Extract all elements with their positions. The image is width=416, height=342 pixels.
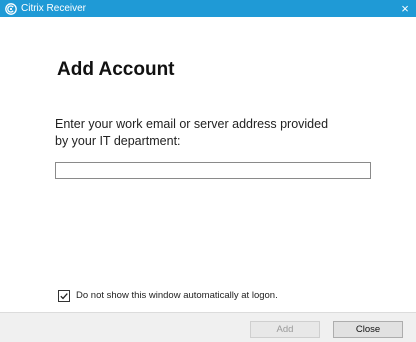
add-account-window: Citrix Receiver × Add Account Enter your… — [0, 0, 416, 342]
instruction-line-2: by your IT department: — [55, 134, 181, 148]
server-address-input[interactable] — [55, 162, 371, 179]
window-title: Citrix Receiver — [21, 3, 87, 14]
close-button[interactable]: Close — [333, 321, 403, 338]
checkmark-icon — [60, 293, 68, 300]
button-bar: Add Close — [0, 312, 416, 342]
page-title: Add Account — [57, 59, 175, 80]
instruction-line-1: Enter your work email or server address … — [55, 117, 329, 131]
add-button[interactable]: Add — [250, 321, 320, 338]
instruction-text: Enter your work email or server address … — [55, 116, 365, 150]
citrix-receiver-icon — [5, 2, 17, 15]
title-bar: Citrix Receiver × — [0, 0, 416, 17]
close-window-icon[interactable]: × — [398, 0, 412, 17]
dont-show-checkbox[interactable] — [58, 290, 70, 302]
dont-show-label: Do not show this window automatically at… — [76, 290, 278, 301]
